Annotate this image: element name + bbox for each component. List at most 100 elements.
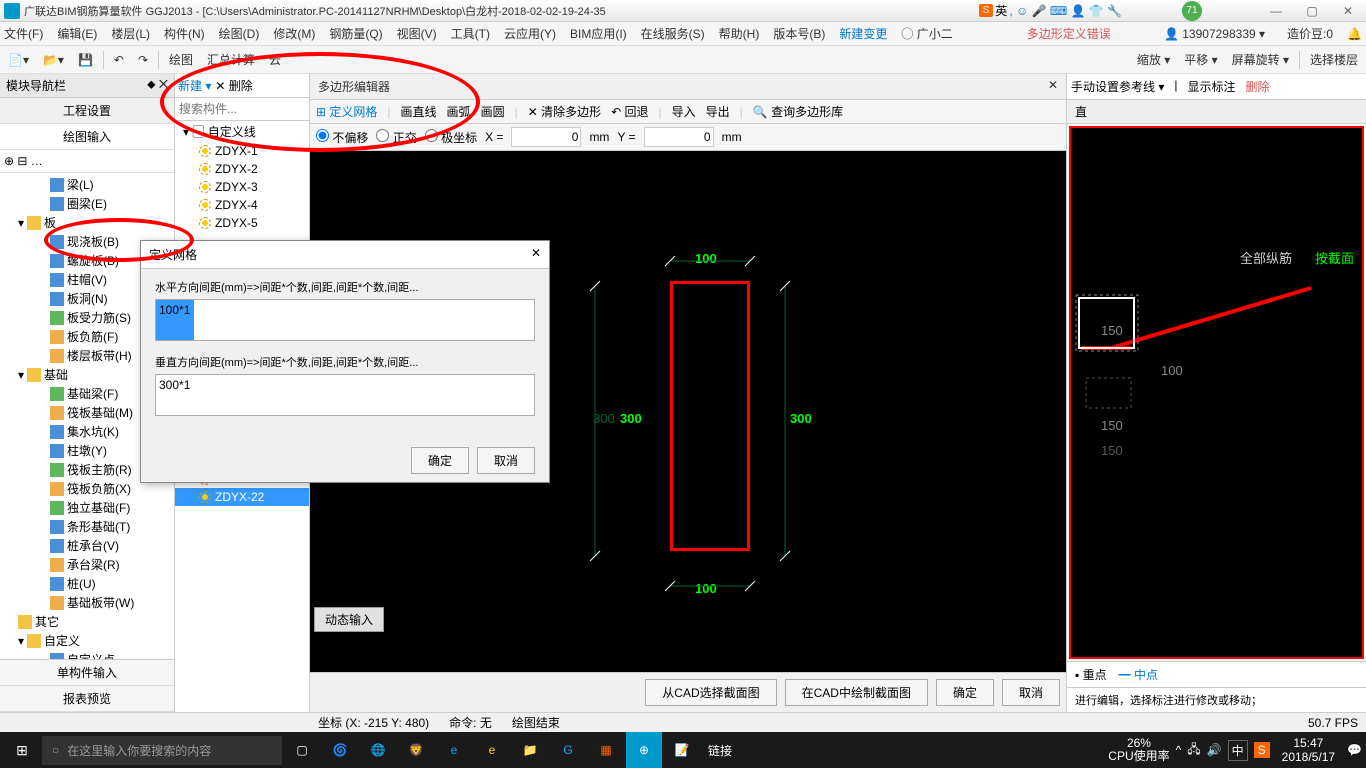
- tab-report[interactable]: 报表预览: [0, 686, 174, 712]
- tree-item[interactable]: 独立基础(F): [2, 498, 172, 517]
- task-view-icon[interactable]: ▢: [284, 732, 320, 768]
- draw-mode-button[interactable]: 绘图: [165, 49, 197, 70]
- zoom-button[interactable]: 缩放 ▾: [1133, 49, 1174, 70]
- notify-badge[interactable]: 71: [1182, 1, 1202, 21]
- show-dim-button[interactable]: 显示标注: [1187, 78, 1235, 95]
- app-icon-4[interactable]: G: [550, 732, 586, 768]
- tree-item[interactable]: ▾自定义: [2, 631, 172, 650]
- taskbar-search[interactable]: ○ 在这里输入你要搜索的内容: [42, 736, 282, 765]
- tab-single-input[interactable]: 单构件输入: [0, 660, 174, 686]
- select-floor-button[interactable]: 选择楼层: [1306, 49, 1362, 70]
- draw-arc-button[interactable]: 画弧: [447, 103, 471, 120]
- close-button[interactable]: ✕: [1334, 4, 1362, 18]
- import-button[interactable]: 导入: [672, 103, 696, 120]
- link-text[interactable]: 链接: [702, 732, 738, 768]
- draw-circle-button[interactable]: 画圆: [481, 103, 505, 120]
- new-file-icon[interactable]: 📄▾: [4, 51, 33, 69]
- menu-help[interactable]: 帮助(H): [719, 25, 760, 42]
- cancel-button[interactable]: 取消: [1002, 679, 1060, 706]
- menu-tool[interactable]: 工具(T): [451, 25, 490, 42]
- undo-polygon-button[interactable]: ↶ 回退: [611, 103, 648, 120]
- tree-item[interactable]: 圈梁(E): [2, 194, 172, 213]
- tree-item[interactable]: ▾板: [2, 213, 172, 232]
- clear-polygon-button[interactable]: ✕ 清除多边形: [528, 103, 601, 120]
- list-item[interactable]: ZDYX-22: [175, 488, 309, 506]
- menu-cloud[interactable]: 云应用(Y): [504, 25, 556, 42]
- list-root[interactable]: ▾ ▢ 自定义线: [175, 121, 309, 142]
- app-icon-7[interactable]: 📝: [664, 732, 700, 768]
- phone-number[interactable]: 👤 13907298339 ▾: [1164, 27, 1265, 41]
- list-item[interactable]: ZDYX-2: [175, 160, 309, 178]
- menu-edit[interactable]: 编辑(E): [57, 25, 97, 42]
- mode-polar[interactable]: 极坐标: [425, 129, 477, 146]
- new-change-button[interactable]: 新建变更: [839, 25, 887, 42]
- query-polygon-button[interactable]: 🔍 查询多边形库: [753, 103, 843, 120]
- save-icon[interactable]: 💾: [74, 51, 97, 69]
- app-icon-6[interactable]: ⊕: [626, 732, 662, 768]
- cloud-button[interactable]: 云: [265, 49, 285, 70]
- tree-item[interactable]: 条形基础(T): [2, 517, 172, 536]
- right-tab[interactable]: 直: [1067, 100, 1366, 124]
- tree-item[interactable]: 承台梁(R): [2, 555, 172, 574]
- pan-button[interactable]: 平移 ▾: [1180, 49, 1221, 70]
- list-item[interactable]: ZDYX-5: [175, 214, 309, 232]
- define-grid-button[interactable]: ⊞ 定义网格: [316, 103, 377, 120]
- app-icon-5[interactable]: ▦: [588, 732, 624, 768]
- tree-item[interactable]: 梁(L): [2, 175, 172, 194]
- list-item[interactable]: ZDYX-4: [175, 196, 309, 214]
- menu-file[interactable]: 文件(F): [4, 25, 43, 42]
- dialog-ok-button[interactable]: 确定: [411, 447, 469, 474]
- tray-ime[interactable]: 中: [1228, 740, 1248, 761]
- delete-component-button[interactable]: ✕ 删除: [215, 77, 252, 94]
- menu-view[interactable]: 视图(V): [397, 25, 437, 42]
- open-file-icon[interactable]: 📂▾: [39, 51, 68, 69]
- tab-project-setting[interactable]: 工程设置: [0, 98, 174, 124]
- tab-draw-input[interactable]: 绘图输入: [0, 124, 174, 150]
- app-icon-1[interactable]: 🌀: [322, 732, 358, 768]
- tree-item[interactable]: 桩承台(V): [2, 536, 172, 555]
- calc-button[interactable]: 汇总计算: [203, 49, 259, 70]
- tray-up-icon[interactable]: ^: [1176, 743, 1182, 757]
- cad-draw-button[interactable]: 在CAD中绘制截面图: [785, 679, 928, 706]
- search-input[interactable]: [175, 98, 309, 120]
- snap-midpoint[interactable]: ━ 中点: [1119, 666, 1158, 683]
- ie-icon[interactable]: e: [474, 732, 510, 768]
- dialog-close-icon[interactable]: ✕: [531, 246, 541, 263]
- explorer-icon[interactable]: 📁: [512, 732, 548, 768]
- x-input[interactable]: [511, 127, 581, 147]
- tray-sogou-icon[interactable]: S: [1254, 742, 1270, 758]
- cad-select-button[interactable]: 从CAD选择截面图: [645, 679, 776, 706]
- tray-clock[interactable]: 15:472018/5/17: [1276, 736, 1341, 765]
- tray-vol-icon[interactable]: 🔊: [1207, 743, 1222, 757]
- tree-item[interactable]: 其它: [2, 612, 172, 631]
- menu-bim[interactable]: BIM应用(I): [570, 25, 627, 42]
- delete-right-button[interactable]: 删除: [1246, 78, 1270, 95]
- edge-icon[interactable]: e: [436, 732, 472, 768]
- y-input[interactable]: [644, 127, 714, 147]
- menu-rebar[interactable]: 钢筋量(Q): [329, 25, 382, 42]
- h-spacing-input[interactable]: <span class="dlg-sel"></span>: [155, 299, 535, 341]
- redo-icon[interactable]: ↷: [134, 51, 152, 69]
- rotate-button[interactable]: 屏幕旋转 ▾: [1228, 49, 1293, 70]
- ref-line-button[interactable]: 手动设置参考线 ▾: [1071, 78, 1164, 95]
- app-icon-3[interactable]: 🦁: [398, 732, 434, 768]
- list-item[interactable]: ZDYX-1: [175, 142, 309, 160]
- tray-net-icon[interactable]: 🖧: [1187, 740, 1200, 761]
- tree-item[interactable]: 桩(U): [2, 574, 172, 593]
- snap-endpoint[interactable]: ▪ 重点: [1075, 666, 1107, 683]
- draw-line-button[interactable]: 画直线: [401, 103, 437, 120]
- mode-nooffset[interactable]: 不偏移: [316, 129, 368, 146]
- maximize-button[interactable]: ▢: [1298, 4, 1326, 18]
- undo-icon[interactable]: ↶: [110, 51, 128, 69]
- menu-draw[interactable]: 绘图(D): [219, 25, 260, 42]
- menu-version[interactable]: 版本号(B): [773, 25, 825, 42]
- v-spacing-input[interactable]: [155, 374, 535, 416]
- dynamic-input-button[interactable]: 动态输入: [314, 607, 384, 632]
- start-button[interactable]: ⊞: [4, 732, 40, 768]
- menu-online[interactable]: 在线服务(S): [641, 25, 705, 42]
- menu-floor[interactable]: 楼层(L): [111, 25, 150, 42]
- new-component-button[interactable]: 新建 ▾: [178, 77, 211, 94]
- app-icon-2[interactable]: 🌐: [360, 732, 396, 768]
- tree-item[interactable]: 自定义点: [2, 650, 172, 659]
- nav-close-icon[interactable]: ⬥ ✕: [147, 77, 168, 94]
